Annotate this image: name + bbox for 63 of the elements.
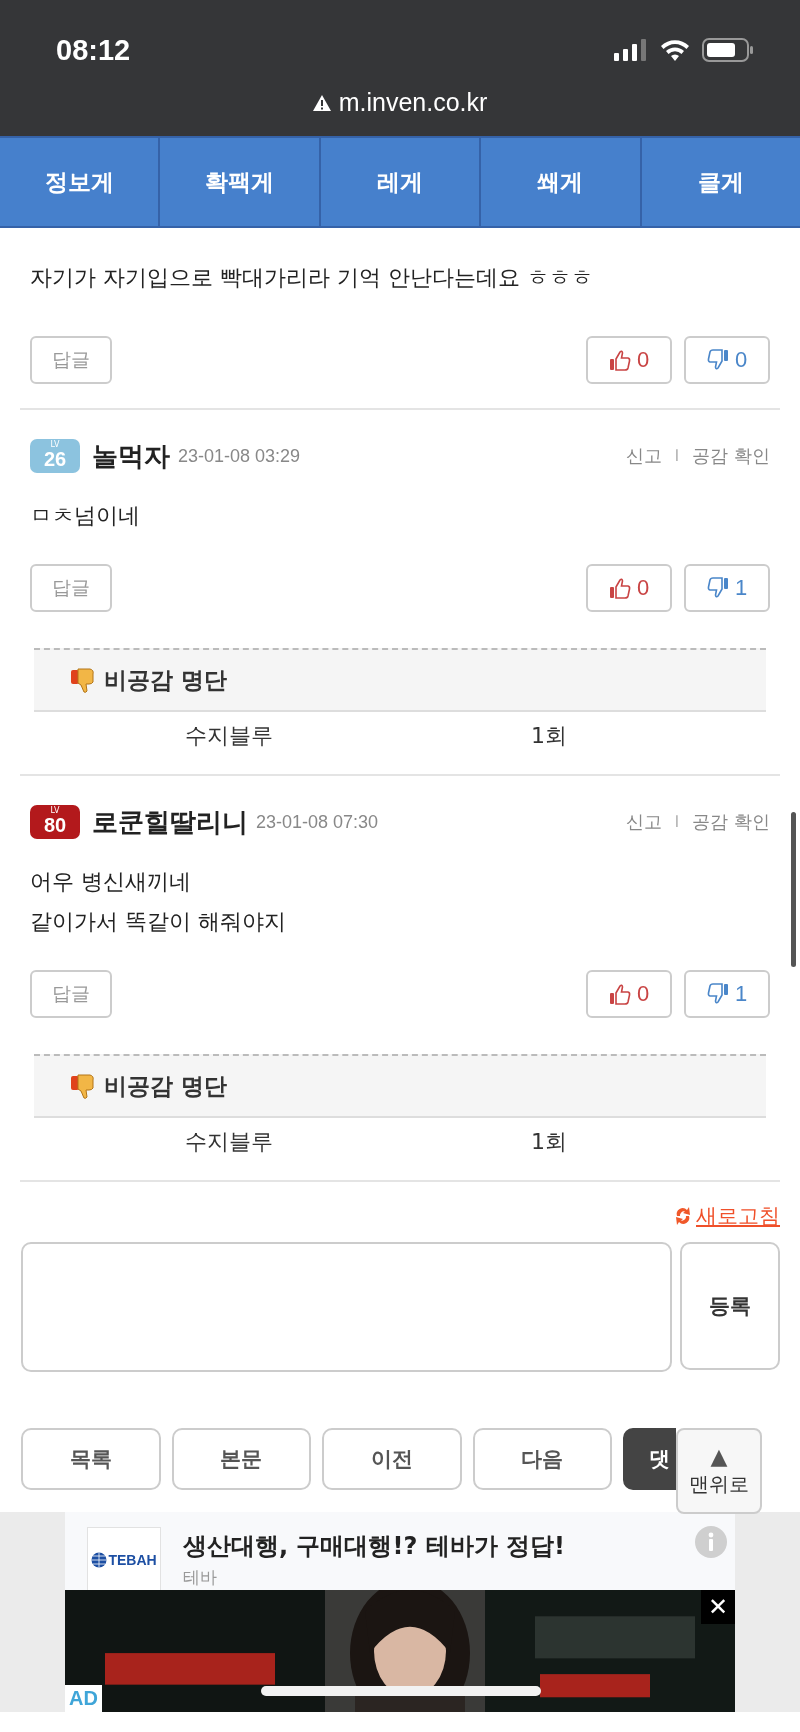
url-text[interactable]: m.inven.co.kr — [338, 88, 488, 117]
author-name[interactable]: 로쿤힐딸리니 — [92, 804, 248, 840]
thumbs-down-icon — [70, 1072, 96, 1100]
reply-button[interactable]: 답글 — [30, 336, 112, 384]
dislike-button[interactable]: 1 — [684, 970, 770, 1018]
warning-icon — [312, 94, 331, 111]
separator: ㅣ — [670, 447, 685, 465]
ad-badge: AD — [65, 1685, 102, 1712]
advertiser-logo: TEBAH — [87, 1527, 161, 1593]
comment-text: 어우 병신새끼네 — [30, 868, 192, 896]
thumbs-down-icon — [70, 666, 96, 694]
dislike-button[interactable]: 0 — [684, 336, 770, 384]
user-name: 수지블루 — [184, 1128, 274, 1156]
check-likes-link[interactable]: 공감 확인 — [692, 810, 770, 834]
reply-button[interactable]: 답글 — [30, 564, 112, 612]
dislike-button[interactable]: 1 — [684, 564, 770, 612]
comment-text: 같이가서 똑같이 해줘야지 — [30, 908, 287, 936]
thumbs-down-icon — [706, 577, 729, 599]
level-badge: LV 26 — [30, 439, 80, 473]
comment-date: 23-01-08 03:29 — [178, 445, 301, 467]
globe-icon — [91, 1552, 108, 1568]
page-nav-button[interactable]: 댓 — [623, 1428, 676, 1490]
thumbs-up-icon — [608, 349, 631, 371]
refresh-link[interactable]: 새로고침 — [674, 1202, 780, 1230]
ad-source: 테바 — [183, 1566, 218, 1589]
like-button[interactable]: 0 — [586, 970, 672, 1018]
report-link[interactable]: 신고 — [626, 444, 663, 468]
like-button[interactable]: 0 — [586, 336, 672, 384]
thumbs-down-icon — [706, 349, 729, 371]
signal-icon — [614, 39, 648, 61]
page-nav-button[interactable]: 다음 — [472, 1428, 612, 1490]
ad-card[interactable]: TEBAH 생산대행, 구매대행!? 테바가 정답! 테바 — [65, 1512, 735, 1590]
refresh-icon — [674, 1205, 692, 1227]
thumbs-up-icon — [608, 983, 631, 1005]
page-nav-button[interactable]: 목록 — [21, 1428, 161, 1490]
comment-text: ㅁㅊ넘이네 — [30, 502, 141, 530]
dislike-count: 1회 — [530, 1128, 568, 1156]
dislike-list-title: 비공감 명단 — [104, 665, 227, 695]
dislike-list-title: 비공감 명단 — [104, 1071, 227, 1101]
battery-icon — [702, 38, 754, 62]
submit-button[interactable]: 등록 — [680, 1242, 780, 1370]
page-nav-button[interactable]: 본문 — [171, 1428, 311, 1490]
like-button[interactable]: 0 — [586, 564, 672, 612]
user-name: 수지블루 — [184, 722, 274, 750]
comment-input-field[interactable] — [21, 1242, 672, 1372]
clock-time: 08:12 — [56, 33, 131, 67]
close-button[interactable]: ✕ — [701, 1590, 735, 1624]
comment-date: 23-01-08 07:30 — [256, 811, 379, 833]
author-name[interactable]: 놀먹자 — [92, 438, 170, 474]
check-likes-link[interactable]: 공감 확인 — [692, 444, 770, 468]
comment-text: 자기가 자기입으로 빡대가리라 기억 안난다는데요 ㅎㅎㅎ — [30, 264, 594, 292]
separator: ㅣ — [670, 813, 685, 831]
reply-button[interactable]: 답글 — [30, 970, 112, 1018]
thumbs-down-icon — [706, 983, 729, 1005]
wifi-icon — [660, 39, 690, 61]
thumbs-up-icon — [608, 577, 631, 599]
scroll-to-top-button[interactable]: ▲ 맨위로 — [676, 1428, 762, 1514]
page-nav-button[interactable]: 이전 — [322, 1428, 462, 1490]
info-icon[interactable] — [695, 1526, 727, 1558]
report-link[interactable]: 신고 — [626, 810, 663, 834]
dislike-count: 1회 — [530, 722, 568, 750]
ad-title[interactable]: 생산대행, 구매대행!? 테바가 정답! — [183, 1530, 565, 1562]
level-badge: LV 80 — [30, 805, 80, 839]
